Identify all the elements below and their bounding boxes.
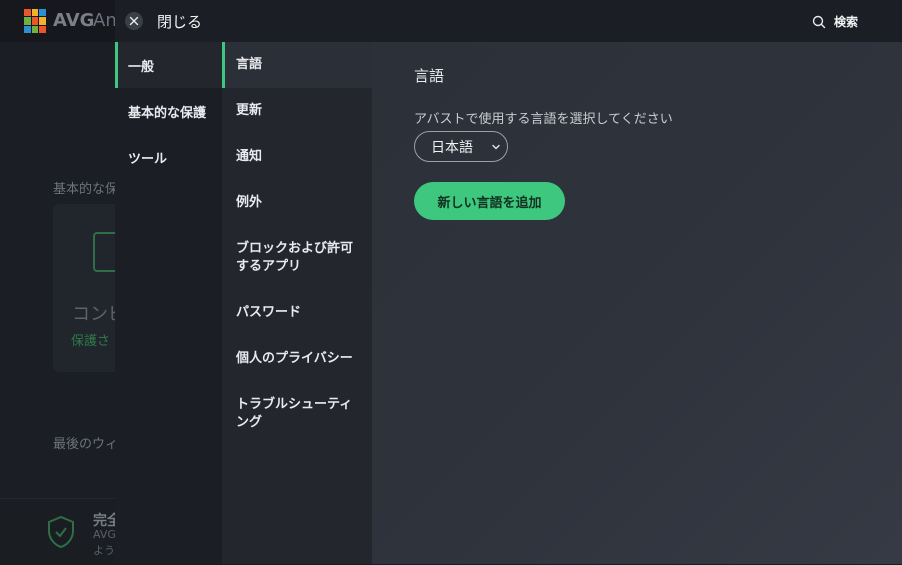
- background-logo-text: AVG: [53, 10, 95, 31]
- subnav-item-label: ブロックおよび許可するアプリ: [236, 241, 354, 274]
- subnav-item-updates[interactable]: 更新: [222, 88, 372, 134]
- section-title: 言語: [414, 67, 445, 85]
- nav-item-label: 基本的な保護: [128, 105, 207, 121]
- add-language-label: 新しい言語を追加: [437, 195, 542, 211]
- subnav-item-language[interactable]: 言語: [222, 42, 372, 88]
- background-last-scan-label: 最後のウィ: [53, 437, 119, 452]
- search-icon: [812, 15, 826, 28]
- settings-content: 言語 アバストで使用する言語を選択してください 日本語 新しい言語を追加: [372, 42, 902, 564]
- chevron-down-icon: [492, 144, 500, 150]
- nav-item-basic-protection[interactable]: 基本的な保護: [115, 88, 222, 134]
- language-select[interactable]: 日本語: [414, 131, 508, 162]
- subnav-item-passwords[interactable]: パスワード: [222, 290, 372, 336]
- nav-item-tools[interactable]: ツール: [115, 134, 222, 180]
- subnav-item-label: 更新: [236, 103, 263, 118]
- primary-nav: 一般 基本的な保護 ツール: [115, 42, 222, 564]
- background-logo-text-rest: An: [93, 10, 117, 31]
- subnav-item-troubleshooting[interactable]: トラブルシューティング: [222, 382, 372, 446]
- settings-header: 閉じる 検索: [115, 0, 902, 42]
- settings-panel: 閉じる 検索 一般 基本的な保護 ツール 言語 更新 通知 例外 ブロックおよび…: [115, 0, 902, 564]
- search-button[interactable]: 検索: [812, 13, 858, 30]
- background-bottom-subtitle: AVG: [93, 528, 116, 541]
- subnav-item-label: パスワード: [236, 305, 302, 320]
- close-icon: [125, 12, 143, 30]
- subnav-item-label: 通知: [236, 149, 263, 164]
- search-label: 検索: [834, 15, 859, 29]
- language-select-value: 日本語: [431, 139, 473, 156]
- avg-logo-icon: [24, 9, 46, 33]
- subnav-item-notifications[interactable]: 通知: [222, 134, 372, 180]
- nav-item-general[interactable]: 一般: [115, 42, 222, 88]
- background-card-status: 保護さ: [71, 334, 111, 349]
- subnav-item-label: 言語: [236, 57, 263, 72]
- subnav-item-label: 個人のプライバシー: [236, 351, 353, 366]
- subnav-item-label: トラブルシューティング: [236, 397, 353, 430]
- background-section-label: 基本的な保: [53, 182, 119, 197]
- nav-item-label: 一般: [128, 59, 155, 75]
- subnav-item-exceptions[interactable]: 例外: [222, 180, 372, 226]
- shield-icon: [48, 515, 74, 549]
- secondary-nav: 言語 更新 通知 例外 ブロックおよび許可するアプリ パスワード 個人のプライバ…: [222, 42, 372, 564]
- language-description: アバストで使用する言語を選択してください: [414, 112, 673, 127]
- subnav-item-blocked-allowed-apps[interactable]: ブロックおよび許可するアプリ: [222, 226, 372, 290]
- add-language-button[interactable]: 新しい言語を追加: [414, 182, 565, 220]
- close-button[interactable]: 閉じる: [125, 10, 245, 32]
- background-bottom-subtitle-2: よう: [93, 544, 115, 557]
- subnav-item-privacy[interactable]: 個人のプライバシー: [222, 336, 372, 382]
- close-label: 閉じる: [157, 12, 203, 31]
- nav-item-label: ツール: [128, 151, 168, 167]
- subnav-item-label: 例外: [236, 195, 263, 210]
